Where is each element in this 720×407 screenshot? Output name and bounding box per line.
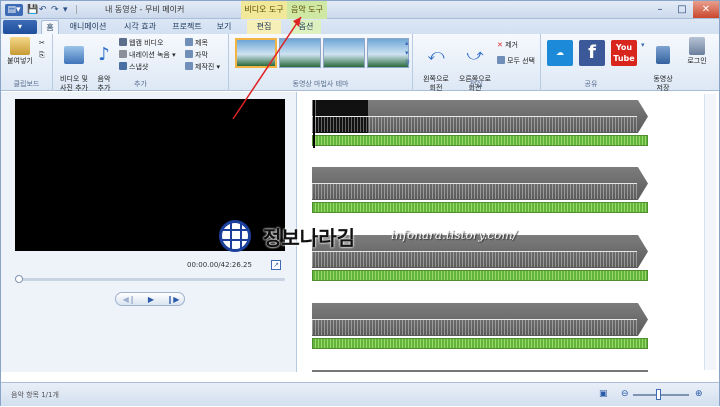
movie-maker-window: ▤▾ 💾 ↶ ↷ ▾ | 내 동영상 - 무비 메이커 비디오 도구 음악 도구… xyxy=(0,0,720,406)
annotation-arrow xyxy=(232,16,302,120)
